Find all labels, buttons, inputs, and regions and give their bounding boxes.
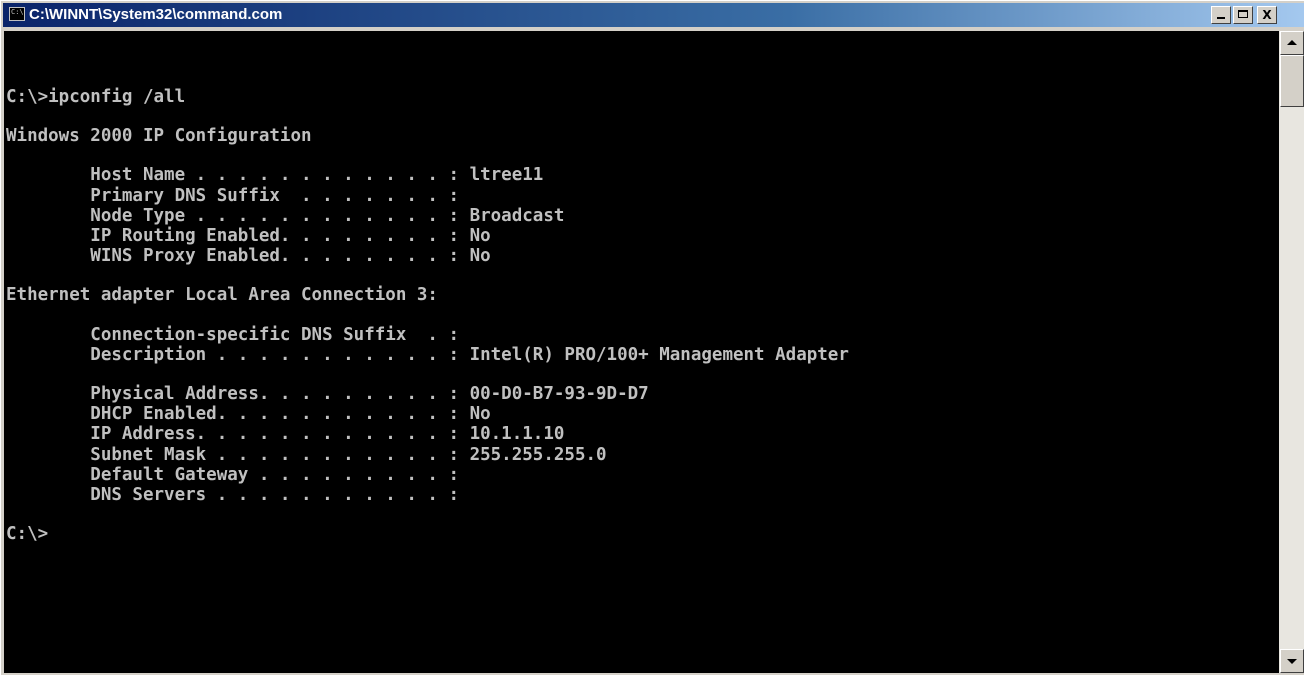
close-button[interactable]: X [1257, 6, 1277, 24]
console-line: WINS Proxy Enabled. . . . . . . . : No [6, 246, 491, 267]
console-line: Default Gateway . . . . . . . . . : [6, 464, 460, 485]
console-line: Windows 2000 IP Configuration [6, 126, 312, 147]
console-line: Physical Address. . . . . . . . . : 00-D… [6, 384, 649, 405]
console-text: C:\>ipconfig /all Windows 2000 IP Config… [6, 31, 849, 544]
console-line: IP Routing Enabled. . . . . . . . : No [6, 226, 491, 247]
console-line: C:\>ipconfig /all [6, 87, 186, 107]
console-line: DHCP Enabled. . . . . . . . . . . : No [6, 404, 491, 425]
maximize-button[interactable] [1233, 6, 1253, 24]
title-bar[interactable]: C:\ C:\WINNT\System32\command.com X [3, 3, 1304, 27]
maximize-icon [1238, 10, 1248, 18]
console-icon-text: C:\ [11, 8, 24, 16]
console-window: C:\ C:\WINNT\System32\command.com X C:\>… [0, 0, 1304, 675]
console-line: IP Address. . . . . . . . . . . . : 10.1… [6, 424, 565, 445]
arrow-up-icon [1287, 40, 1297, 45]
console-icon[interactable]: C:\ [9, 7, 25, 21]
scroll-down-button[interactable] [1280, 649, 1304, 673]
vertical-scrollbar[interactable] [1279, 31, 1304, 673]
console-line: Connection-specific DNS Suffix . : [6, 324, 460, 345]
scroll-thumb[interactable] [1280, 55, 1304, 107]
console-output[interactable]: C:\>ipconfig /all Windows 2000 IP Config… [4, 31, 1279, 673]
console-line: Description . . . . . . . . . . . : Inte… [6, 344, 849, 365]
arrow-down-icon [1287, 659, 1297, 664]
scroll-up-button[interactable] [1280, 31, 1304, 55]
console-line: Host Name . . . . . . . . . . . . : ltre… [6, 165, 544, 186]
minimize-button[interactable] [1211, 6, 1231, 24]
console-line: Subnet Mask . . . . . . . . . . . : 255.… [6, 444, 607, 465]
minimize-icon [1217, 17, 1225, 19]
console-line: Node Type . . . . . . . . . . . . : Broa… [6, 205, 565, 226]
console-line: Ethernet adapter Local Area Connection 3… [6, 285, 438, 306]
console-line: C:\> [6, 524, 49, 545]
window-title: C:\WINNT\System32\command.com [29, 6, 283, 23]
console-line: DNS Servers . . . . . . . . . . . : [6, 485, 460, 506]
close-icon: X [1262, 8, 1272, 22]
console-line: Primary DNS Suffix . . . . . . . : [6, 185, 460, 206]
